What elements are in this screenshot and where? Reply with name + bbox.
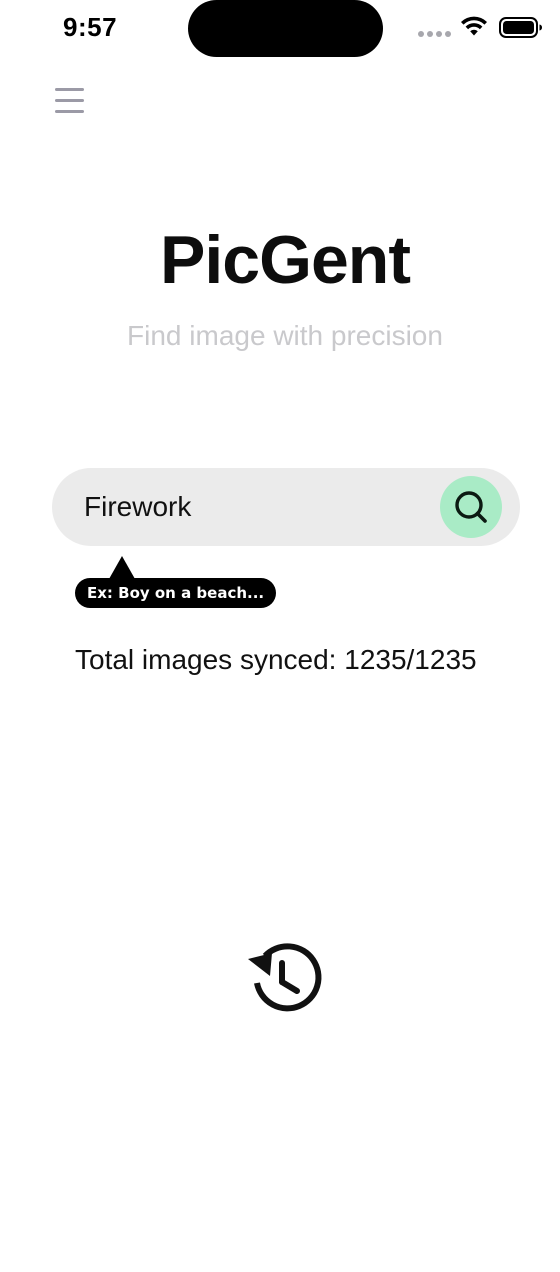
search-bar (52, 468, 520, 546)
status-time: 9:57 (63, 12, 118, 42)
history-icon (248, 943, 322, 1012)
status-bar: 9:57 (0, 0, 560, 60)
hint-tooltip-arrow (109, 556, 135, 579)
hint-tooltip: Ex: Boy on a beach... (75, 578, 277, 608)
search-icon (455, 491, 487, 523)
dynamic-island (188, 0, 383, 57)
sync-status: Total images synced: 1235/1235 (75, 644, 477, 675)
menu-button[interactable] (54, 86, 86, 116)
search-button[interactable] (440, 476, 502, 538)
search-input[interactable] (84, 486, 424, 528)
app-title: PicGent (160, 222, 411, 298)
history-button[interactable] (246, 940, 326, 1016)
app-subtitle: Find image with precision (127, 320, 443, 351)
wifi-icon (461, 16, 487, 36)
signal-dots-icon (418, 31, 452, 39)
battery-icon (499, 17, 542, 38)
